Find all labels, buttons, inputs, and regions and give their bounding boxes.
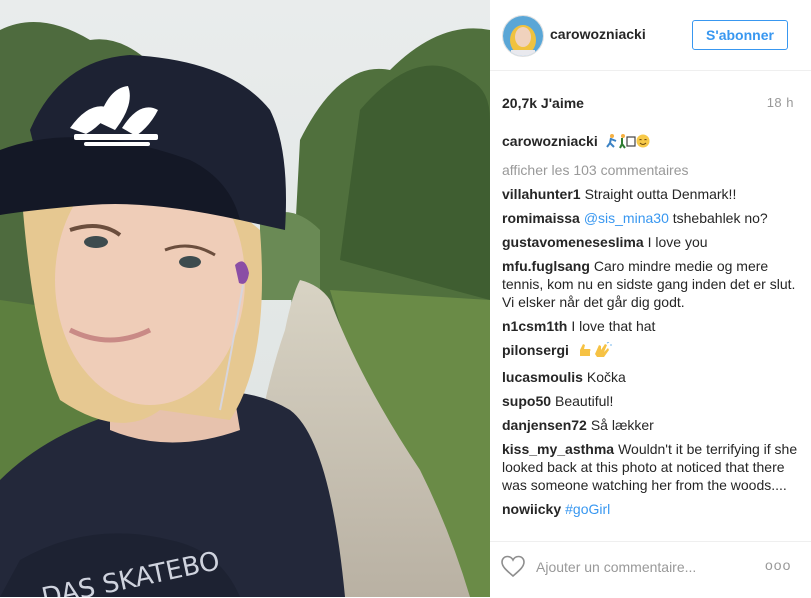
post-photo[interactable]: DAS SKATEBO (0, 0, 490, 597)
comment-username[interactable]: supo50 (502, 393, 551, 409)
comment-username[interactable]: romimaissa (502, 210, 580, 226)
follow-button[interactable]: S'abonner (692, 20, 788, 50)
comment-text: Straight outta Denmark!! (584, 186, 737, 202)
comment-text: Kočka (586, 369, 626, 385)
avatar[interactable] (502, 15, 544, 57)
comment-text: Beautiful! (555, 393, 614, 409)
comments-list: carowozniacki afficher les 103 commentai… (502, 132, 802, 536)
comment: romimaissa @sis_mina30 tshebahlek no? (502, 209, 802, 227)
comment: danjensen72 Så lækker (502, 416, 802, 434)
comment-username[interactable]: nowiicky (502, 501, 561, 517)
caption-username[interactable]: carowozniacki (502, 133, 598, 149)
post-timestamp[interactable]: 18 h (767, 95, 794, 110)
comment: pilonsergi (502, 341, 802, 362)
load-more-comments-link[interactable]: afficher les 103 commentaires (502, 161, 802, 179)
instagram-post: DAS SKATEBO carowozniacki S'abonner 20,7… (0, 0, 811, 597)
comment-hashtag[interactable]: #goGirl (565, 501, 610, 517)
comment-username[interactable]: gustavomenesesIima (502, 234, 644, 250)
comment: nowiicky #goGirl (502, 500, 802, 518)
heart-icon[interactable] (500, 554, 526, 583)
comment: n1csm1th I love that hat (502, 317, 802, 335)
comment-username[interactable]: mfu.fuglsang (502, 258, 590, 274)
comment-username[interactable]: lucasmoulis (502, 369, 583, 385)
comment-text: Så lækker (590, 417, 654, 433)
comment-username[interactable]: kiss_my_asthma (502, 441, 614, 457)
comment-text: I love you (647, 234, 708, 250)
clap-emoji (577, 341, 613, 362)
comment-username[interactable]: n1csm1th (502, 318, 567, 334)
comment-username[interactable]: villahunter1 (502, 186, 581, 202)
runner-emoji (605, 133, 650, 153)
comment: kiss_my_asthma Wouldn't it be terrifying … (502, 440, 802, 494)
comment: lucasmoulis Kočka (502, 368, 802, 386)
post-author-username[interactable]: carowozniacki (550, 26, 646, 42)
post-caption: carowozniacki (502, 132, 802, 153)
comment: supo50 Beautiful! (502, 392, 802, 410)
add-comment-bar: ooo (490, 541, 811, 598)
comment: gustavomenesesIima I love you (502, 233, 802, 251)
comment-mention[interactable]: @sis_mina30 (584, 210, 669, 226)
comment-username[interactable]: danjensen72 (502, 417, 587, 433)
comment-text: I love that hat (571, 318, 656, 334)
more-options-button[interactable]: ooo (765, 557, 791, 573)
likes-count[interactable]: 20,7k J'aime (502, 95, 584, 111)
comment-username[interactable]: pilonsergi (502, 342, 569, 358)
post-side-panel: carowozniacki S'abonner 20,7k J'aime 18 … (490, 0, 811, 597)
add-comment-input[interactable] (536, 556, 766, 578)
post-meta: 20,7k J'aime 18 h (502, 94, 799, 116)
comment: mfu.fuglsang Caro mindre medie og mere te… (502, 257, 802, 311)
post-header: carowozniacki S'abonner (490, 0, 811, 71)
comment-text: tshebahlek no? (668, 210, 768, 226)
comment: villahunter1 Straight outta Denmark!! (502, 185, 802, 203)
